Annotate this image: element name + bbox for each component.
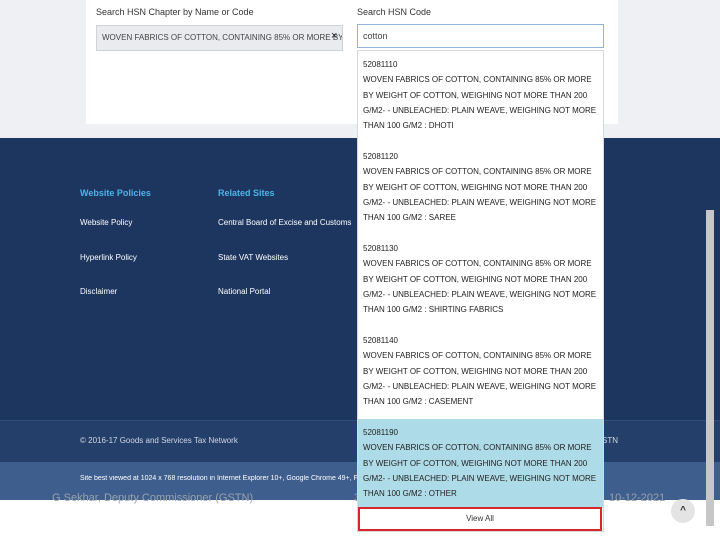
result-item[interactable]: 52081140 WOVEN FABRICS OF COTTON, CONTAI… — [358, 327, 603, 419]
result-item[interactable]: 52081130 WOVEN FABRICS OF COTTON, CONTAI… — [358, 235, 603, 327]
hsn-code-input[interactable] — [357, 24, 604, 48]
result-desc: WOVEN FABRICS OF COTTON, CONTAINING 85% … — [363, 351, 597, 407]
result-code: 52081110 — [363, 60, 398, 69]
scroll-up-icon[interactable]: ^ — [671, 499, 695, 523]
footer-heading-related: Related Sites — [218, 188, 275, 198]
result-desc: WOVEN FABRICS OF COTTON, CONTAINING 85% … — [363, 443, 597, 499]
gstn-text: STN — [602, 436, 618, 445]
chapter-label: Search HSN Chapter by Name or Code — [96, 7, 254, 17]
result-desc: WOVEN FABRICS OF COTTON, CONTAINING 85% … — [363, 75, 597, 131]
slide-author: G Sekhar, Deputy Commissioner (GSTN) — [52, 492, 254, 504]
result-item[interactable]: 52081110 WOVEN FABRICS OF COTTON, CONTAI… — [358, 51, 603, 143]
result-code: 52081190 — [363, 428, 398, 437]
footer-link-cbec[interactable]: Central Board of Excise and Customs — [218, 218, 351, 227]
page-scrollbar[interactable] — [706, 210, 714, 526]
footer-link-hyperlink-policy[interactable]: Hyperlink Policy — [80, 253, 137, 262]
copyright-text: © 2016-17 Goods and Services Tax Network — [80, 436, 238, 445]
footer-link-disclaimer[interactable]: Disclaimer — [80, 287, 117, 296]
result-item[interactable]: 52081120 WOVEN FABRICS OF COTTON, CONTAI… — [358, 143, 603, 235]
result-code: 52081120 — [363, 152, 398, 161]
result-desc: WOVEN FABRICS OF COTTON, CONTAINING 85% … — [363, 167, 597, 223]
footer-link-state-vat[interactable]: State VAT Websites — [218, 253, 288, 262]
result-code: 52081140 — [363, 336, 398, 345]
hsn-code-label: Search HSN Code — [357, 7, 432, 17]
footer-link-national-portal[interactable]: National Portal — [218, 287, 270, 296]
result-desc: WOVEN FABRICS OF COTTON, CONTAINING 85% … — [363, 259, 597, 315]
footer-link-website-policy[interactable]: Website Policy — [80, 218, 132, 227]
chapter-select[interactable]: WOVEN FABRICS OF COTTON, CONTAINING 85% … — [96, 25, 343, 51]
hsn-results-dropdown: 52081110 WOVEN FABRICS OF COTTON, CONTAI… — [357, 50, 604, 532]
result-item-highlighted[interactable]: 52081190 WOVEN FABRICS OF COTTON, CONTAI… — [358, 419, 603, 507]
footer-heading-policies: Website Policies — [80, 188, 151, 198]
result-code: 52081130 — [363, 244, 398, 253]
view-all-button[interactable]: View All — [358, 507, 602, 531]
browser-note: Site best viewed at 1024 x 768 resolutio… — [80, 475, 357, 482]
slide-date: 10-12-2021 — [609, 492, 666, 504]
clear-icon[interactable]: × — [331, 31, 337, 42]
